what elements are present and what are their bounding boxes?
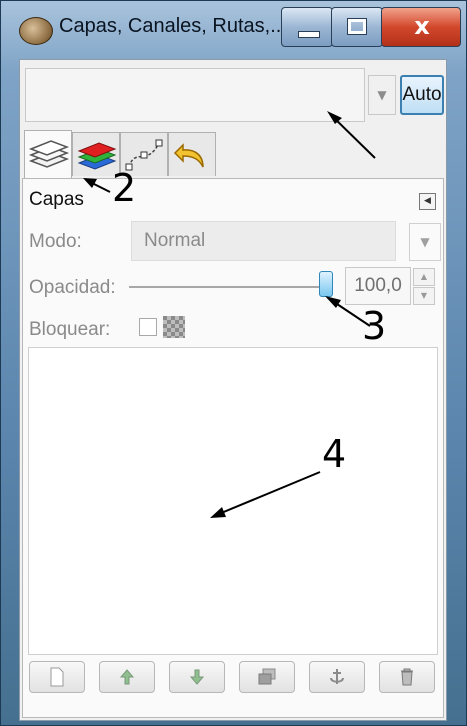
annotation-label-3: 3 [362,304,387,348]
arrow-4-line [213,471,321,517]
annotation-label-4: 4 [322,432,347,476]
annotation-arrows [83,111,376,518]
arrow-1-head [327,111,342,124]
arrow-2-head [83,178,97,188]
arrow-4-head [210,507,226,518]
annotation-label-2: 2 [112,166,137,210]
